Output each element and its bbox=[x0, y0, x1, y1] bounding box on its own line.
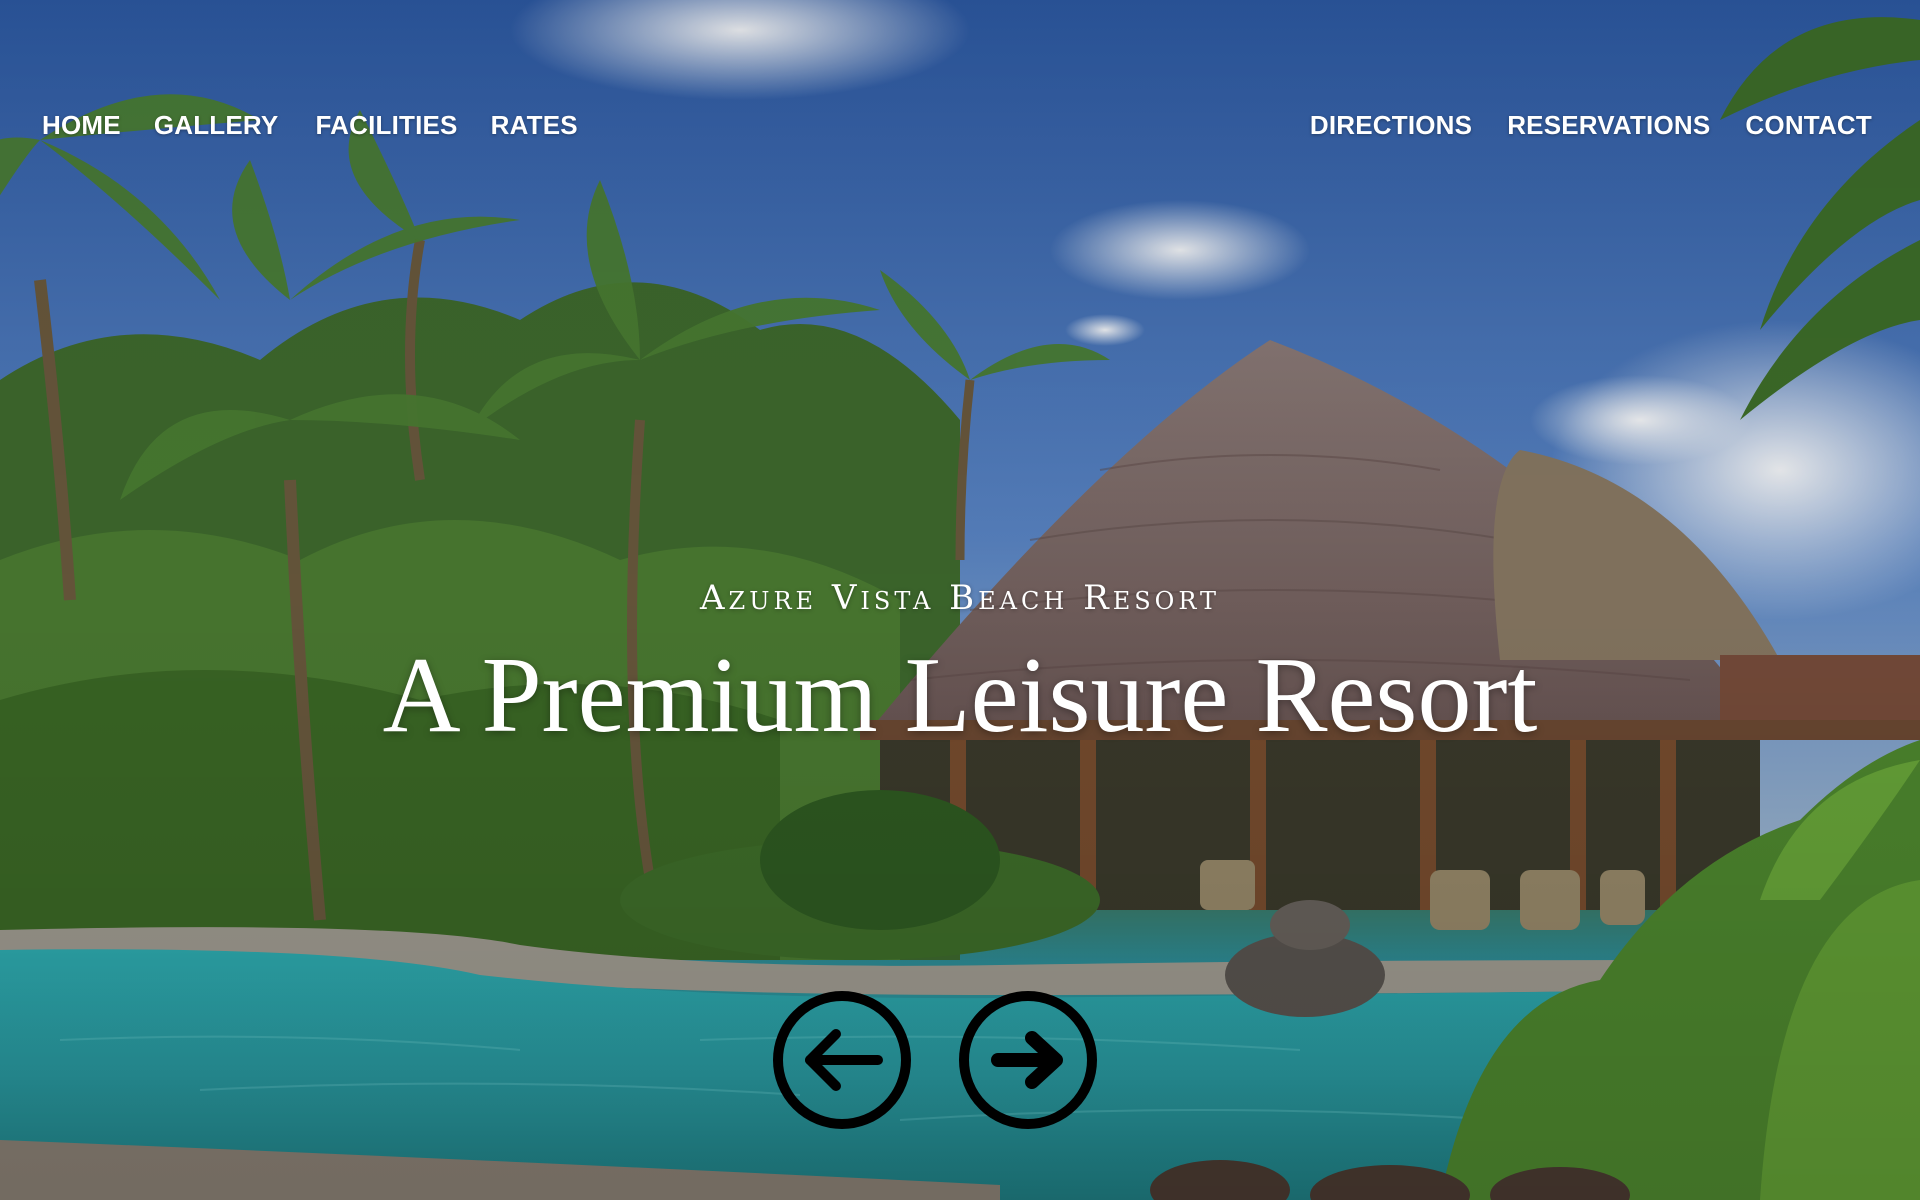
arrow-right-circle-icon[interactable] bbox=[958, 990, 1098, 1130]
nav-link-gallery[interactable]: GALLERY bbox=[154, 110, 279, 141]
hero-tagline: Azure Vista Beach Resort bbox=[700, 578, 1220, 618]
nav-link-directions[interactable]: DIRECTIONS bbox=[1310, 110, 1472, 141]
primary-nav-right: DIRECTIONS RESERVATIONS CONTACT bbox=[1310, 110, 1872, 141]
nav-link-contact[interactable]: CONTACT bbox=[1745, 110, 1872, 141]
hero-section: HOME GALLERY FACILITIES RATES DIRECTIONS… bbox=[0, 0, 1920, 1200]
nav-link-facilities[interactable]: FACILITIES bbox=[315, 110, 457, 141]
slider-controls bbox=[772, 990, 1098, 1130]
primary-nav-left: HOME GALLERY FACILITIES RATES bbox=[42, 110, 611, 141]
nav-link-rates[interactable]: RATES bbox=[491, 110, 578, 141]
hero-headline: A Premium Leisure Resort bbox=[382, 636, 1538, 755]
nav-link-home[interactable]: HOME bbox=[42, 110, 121, 141]
nav-link-reservations[interactable]: RESERVATIONS bbox=[1507, 110, 1710, 141]
arrow-left-circle-icon[interactable] bbox=[772, 990, 912, 1130]
